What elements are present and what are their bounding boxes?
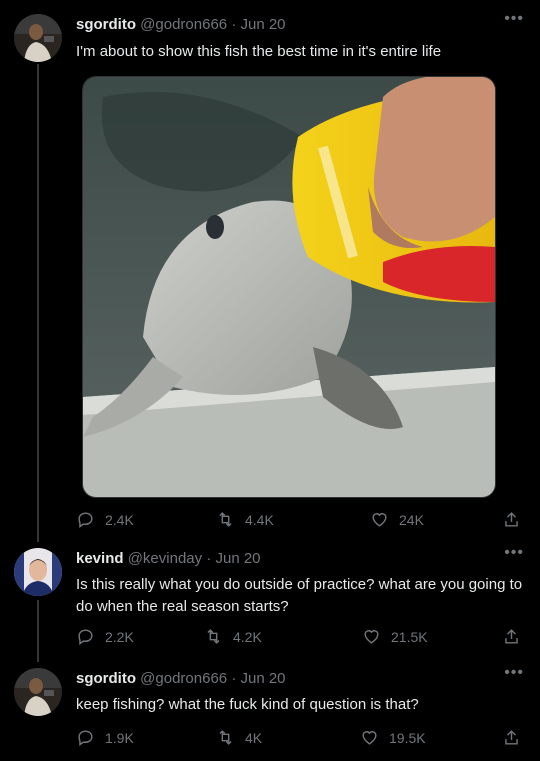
display-name[interactable]: sgordito bbox=[76, 16, 136, 33]
tweet-actions: 2.2K 4.2K 21.5K bbox=[76, 627, 526, 649]
timestamp[interactable]: Jun 20 bbox=[215, 550, 260, 567]
retweet-icon bbox=[219, 512, 232, 527]
timestamp[interactable]: Jun 20 bbox=[240, 16, 285, 33]
tweet-meta: sgordito @godron666 · Jun 20 bbox=[76, 16, 286, 33]
separator-dot: · bbox=[231, 16, 237, 33]
like-button[interactable]: 24K bbox=[370, 510, 424, 529]
share-button[interactable] bbox=[502, 510, 521, 529]
reply-icon bbox=[78, 512, 93, 529]
reply-count: 2.4K bbox=[105, 511, 134, 528]
like-count: 19.5K bbox=[389, 729, 426, 746]
reply-count: 2.2K bbox=[105, 628, 134, 645]
display-name[interactable]: sgordito bbox=[76, 670, 136, 687]
share-button[interactable] bbox=[502, 728, 521, 747]
display-name[interactable]: kevind bbox=[76, 550, 124, 567]
tweet-meta: kevind @kevinday · Jun 20 bbox=[76, 550, 261, 567]
handle[interactable]: @kevinday bbox=[128, 550, 202, 567]
retweet-count: 4.4K bbox=[245, 511, 274, 528]
tweet-text: Is this really what you do outside of pr… bbox=[76, 576, 523, 615]
retweet-icon bbox=[219, 730, 232, 745]
like-button[interactable]: 19.5K bbox=[360, 728, 426, 747]
reply-button[interactable]: 2.4K bbox=[76, 510, 134, 529]
tweet[interactable]: sgordito @godron666 · Jun 20 ••• I'm abo… bbox=[0, 0, 540, 540]
handle[interactable]: @godron666 bbox=[140, 670, 227, 687]
timestamp[interactable]: Jun 20 bbox=[240, 670, 285, 687]
separator-dot: · bbox=[206, 550, 212, 567]
more-icon[interactable]: ••• bbox=[504, 665, 524, 681]
retweet-count: 4K bbox=[245, 729, 263, 746]
tweet-text: keep fishing? what the fuck kind of ques… bbox=[76, 696, 419, 713]
tweet-text: I'm about to show this fish the best tim… bbox=[76, 43, 442, 60]
handle[interactable]: @godron666 bbox=[140, 16, 227, 33]
reply-icon bbox=[78, 730, 93, 747]
tweet-media-image[interactable] bbox=[82, 76, 496, 498]
tweet-actions: 2.4K 4.4K 24K bbox=[76, 510, 526, 532]
share-icon bbox=[505, 512, 518, 527]
heart-icon bbox=[362, 731, 377, 745]
like-count: 24K bbox=[399, 511, 424, 528]
like-button[interactable]: 21.5K bbox=[362, 627, 428, 646]
reply-button[interactable]: 1.9K bbox=[76, 728, 134, 747]
tweet[interactable]: sgordito @godron666 · Jun 20 ••• keep fi… bbox=[0, 662, 540, 761]
reply-button[interactable]: 2.2K bbox=[76, 627, 134, 646]
more-icon[interactable]: ••• bbox=[504, 11, 524, 27]
reply-icon bbox=[78, 629, 93, 646]
avatar[interactable] bbox=[14, 548, 62, 596]
more-icon[interactable]: ••• bbox=[504, 545, 524, 561]
avatar[interactable] bbox=[14, 14, 62, 62]
retweet-count: 4.2K bbox=[233, 628, 262, 645]
tweet-meta: sgordito @godron666 · Jun 20 bbox=[76, 670, 286, 687]
heart-icon bbox=[364, 630, 379, 644]
retweet-icon bbox=[207, 629, 220, 644]
retweet-button[interactable]: 4K bbox=[216, 728, 262, 747]
share-icon bbox=[505, 730, 518, 745]
separator-dot: · bbox=[231, 670, 237, 687]
share-button[interactable] bbox=[502, 627, 521, 646]
tweet[interactable]: kevind @kevinday · Jun 20 ••• Is this re… bbox=[0, 540, 540, 662]
retweet-button[interactable]: 4.4K bbox=[216, 510, 274, 529]
tweet-actions: 1.9K 4K 19.5K bbox=[76, 728, 526, 750]
share-icon bbox=[505, 629, 518, 644]
heart-icon bbox=[372, 513, 387, 527]
reply-count: 1.9K bbox=[105, 729, 134, 746]
like-count: 21.5K bbox=[391, 628, 428, 645]
avatar[interactable] bbox=[14, 668, 62, 716]
retweet-button[interactable]: 4.2K bbox=[204, 627, 262, 646]
